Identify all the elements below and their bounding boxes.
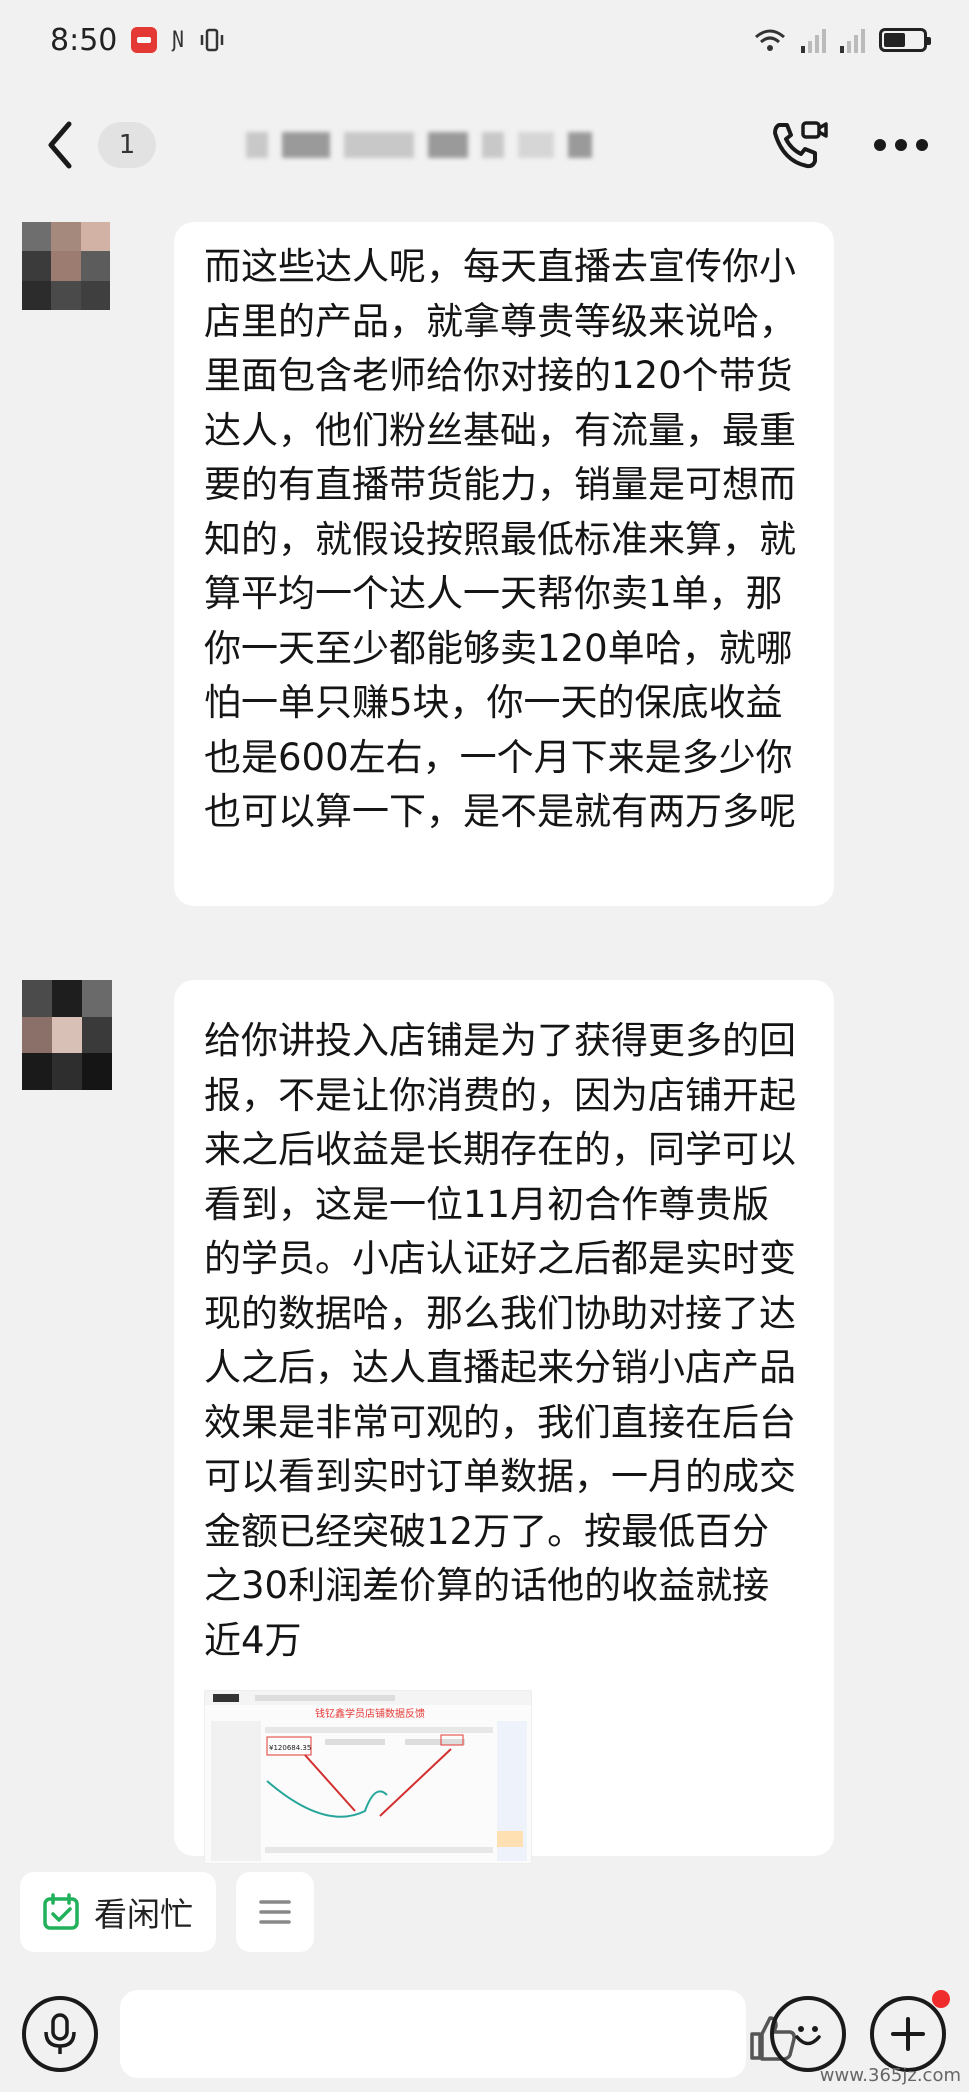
wifi-icon: [755, 29, 785, 51]
microphone-icon: [44, 2013, 76, 2054]
battery-icon: [879, 28, 931, 52]
message-text: 给你讲投入店铺是为了获得更多的回报，不是让你消费的，因为店铺开起来之后收益是长期…: [204, 1019, 796, 1662]
availability-label: 看闲忙: [94, 1895, 193, 1934]
chevron-left-icon: [48, 121, 72, 169]
signal-icon-2: [840, 27, 865, 53]
attachment-amount: ¥120684.35: [269, 1744, 311, 1752]
chat-header: 1: [0, 90, 969, 200]
notification-dot: [932, 1990, 950, 2008]
signal-icon-1: [801, 27, 826, 53]
more-features-button[interactable]: [870, 1990, 950, 2072]
attachment-title: 钱钇鑫学员店铺数据反馈: [315, 1707, 425, 1720]
avatar[interactable]: [22, 222, 110, 310]
smiley-icon: [795, 2026, 821, 2046]
nfc-icon: Ɲ: [171, 27, 185, 53]
more-dots-icon: [874, 139, 928, 151]
dashboard-screenshot-image: 钱钇鑫学员店铺数据反馈 ¥120684.35: [205, 1691, 531, 1861]
calendar-check-icon: [43, 1893, 79, 1930]
message-row: 给你讲投入店铺是为了获得更多的回报，不是让你消费的，因为店铺开起来之后收益是长期…: [22, 980, 834, 1864]
vibrate-icon: [200, 28, 223, 52]
status-time: 8:50: [50, 22, 118, 58]
status-bar: 8:50 Ɲ: [0, 0, 969, 80]
voice-button[interactable]: [22, 1996, 98, 2072]
image-attachment[interactable]: 钱钇鑫学员店铺数据反馈 ¥120684.35: [204, 1690, 532, 1864]
menu-chip[interactable]: [236, 1872, 314, 1952]
app-notification-icon: [131, 27, 158, 53]
watermark: www.365jz.com: [819, 2065, 961, 2086]
contact-name-redacted: [246, 132, 769, 158]
more-button[interactable]: [873, 138, 929, 152]
quick-action-bar: 看闲忙: [20, 1872, 314, 1952]
avatar[interactable]: [22, 980, 112, 1090]
emoji-button[interactable]: [770, 1996, 846, 2072]
plus-icon: [891, 2017, 925, 2051]
availability-chip[interactable]: 看闲忙: [20, 1872, 216, 1952]
message-row: 而这些达人呢，每天直播去宣传你小店里的产品，就拿尊贵等级来说哈，里面包含老师给你…: [22, 222, 834, 906]
message-bubble[interactable]: 而这些达人呢，每天直播去宣传你小店里的产品，就拿尊贵等级来说哈，里面包含老师给你…: [174, 222, 834, 906]
back-button[interactable]: [40, 115, 80, 175]
phone-video-icon: [773, 121, 828, 169]
message-text: 而这些达人呢，每天直播去宣传你小店里的产品，就拿尊贵等级来说哈，里面包含老师给你…: [204, 245, 796, 833]
unread-count-badge[interactable]: 1: [98, 122, 156, 168]
message-input[interactable]: [120, 1990, 746, 2078]
message-bubble[interactable]: 给你讲投入店铺是为了获得更多的回报，不是让你消费的，因为店铺开起来之后收益是长期…: [174, 980, 834, 1864]
call-button[interactable]: [769, 119, 829, 171]
menu-lines-icon: [259, 1900, 291, 1924]
